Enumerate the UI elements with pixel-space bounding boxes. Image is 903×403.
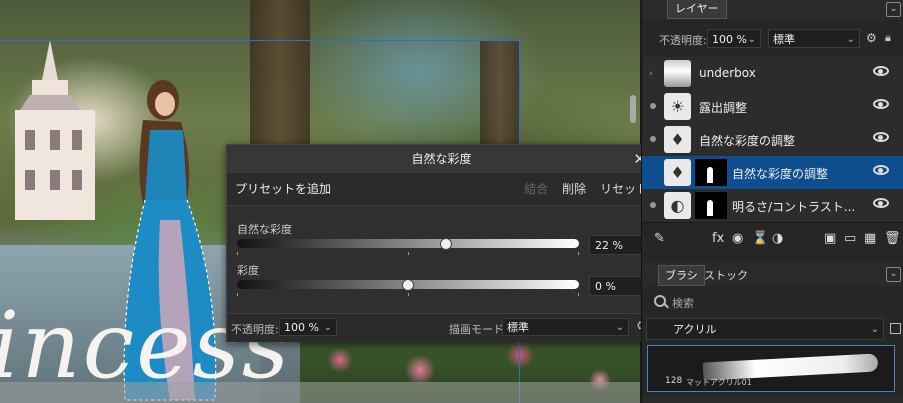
chevron-down-icon: ⌄	[846, 34, 855, 45]
opacity-label: 不透明度:	[231, 323, 279, 336]
chevron-down-icon: ⌄	[870, 324, 879, 335]
visibility-dot-icon	[650, 136, 656, 142]
trash-icon[interactable]: 🗑︎	[884, 231, 901, 246]
add-preset-button[interactable]: プリセットを追加	[235, 173, 331, 205]
eye-icon[interactable]	[873, 99, 889, 109]
vibrance-slider-knob[interactable]	[439, 238, 452, 250]
layer-item-vibrance-selected[interactable]: ♦ 自然な彩度の調整	[642, 156, 903, 190]
eye-icon[interactable]	[873, 66, 889, 76]
lock-icon[interactable]: 🔒︎	[885, 31, 891, 45]
layer-name: underbox	[699, 66, 756, 80]
vibrance-value-field[interactable]: 22 %	[589, 235, 645, 255]
visibility-dot-icon	[650, 202, 656, 208]
mask-icon[interactable]: ◉	[732, 231, 743, 246]
canvas-scrollbar[interactable]	[630, 95, 636, 123]
image-thumb-icon	[664, 60, 691, 87]
delete-button[interactable]: 削除	[562, 182, 586, 196]
vibrance-icon: ♦	[664, 126, 691, 153]
fill-layer-icon[interactable]: ▦	[864, 231, 876, 246]
saturation-slider-knob[interactable]	[402, 279, 414, 291]
dialog-titlebar[interactable]: 自然な彩度 ✕	[227, 145, 656, 173]
canvas-bottom-band	[0, 382, 640, 403]
collapse-icon[interactable]: ⌄	[886, 2, 901, 17]
chevron-down-icon: ⌄	[615, 322, 624, 333]
slider-tick	[408, 252, 409, 255]
dialog-footer: 不透明度: 100 %⌄ 描画モード: 標準⌄ ⚙	[227, 313, 656, 342]
layer-name: 自然な彩度の調整	[699, 134, 796, 148]
castle-image	[15, 40, 95, 220]
fx-icon[interactable]: fx	[712, 231, 724, 246]
chevron-down-icon: ⌄	[323, 322, 332, 333]
layer-name: 自然な彩度の調整	[732, 167, 829, 181]
vibrance-icon: ♦	[664, 159, 691, 186]
dialog-toolbar: プリセットを追加 結合 削除 リセット	[227, 173, 656, 206]
gear-icon[interactable]: ⚙	[866, 31, 877, 45]
group-icon[interactable]: ▭	[844, 231, 856, 246]
blend-mode-select[interactable]: 標準 ⌄	[502, 318, 629, 336]
collapse-icon[interactable]: ⌄	[886, 267, 901, 282]
brush-tabbar: ブラシ ストック ⌄	[642, 262, 903, 286]
brush-name: マットアクリル01	[686, 378, 752, 387]
slider-tick	[237, 293, 238, 296]
layer-mask-thumbnail[interactable]	[695, 159, 727, 186]
search-icon	[654, 295, 666, 307]
slider-tick	[578, 252, 579, 255]
tab-brushes[interactable]: ブラシ	[658, 265, 705, 286]
vibrance-label: 自然な彩度	[237, 223, 292, 236]
dialog-title: 自然な彩度	[411, 152, 472, 166]
studio-panel: レイヤー ⌄ 不透明度: 100 % ⌄ 標準 ⌄ ⚙ 🔒︎ › underbox …	[641, 0, 903, 403]
opacity-label: 不透明度:	[659, 34, 707, 47]
opacity-select[interactable]: 100 % ⌄	[279, 318, 337, 336]
brush-item[interactable]: 128 マットアクリル01	[647, 345, 895, 392]
merge-button[interactable]: 結合	[524, 182, 548, 196]
layer-item-underbox[interactable]: › underbox	[642, 57, 903, 91]
visibility-dot-icon	[650, 103, 656, 109]
expand-icon[interactable]: ›	[649, 69, 653, 79]
live-filter-icon[interactable]: ◑	[772, 231, 783, 246]
layer-toolbar: ✎ fx ◉ ⌛ ◑ ▣ ▭ ▦ 🗑︎	[642, 231, 903, 249]
brush-category-select[interactable]: アクリル ⌄	[646, 318, 884, 340]
slider-tick	[408, 293, 409, 296]
layer-item-brightness-contrast[interactable]: ◐ 明るさ/コントラスト...	[642, 189, 903, 223]
brightness-contrast-icon: ◐	[664, 192, 691, 219]
layers-tabbar: レイヤー ⌄	[642, 0, 903, 20]
slider-tick	[578, 293, 579, 296]
layer-name: 明るさ/コントラスト...	[732, 200, 856, 214]
slider-tick	[237, 252, 238, 255]
layer-list: › underbox ☀ 露出調整 ♦ 自然な彩度の調整 ♦ 自然な彩度の調整 …	[642, 57, 903, 223]
layer-item-exposure[interactable]: ☀ 露出調整	[642, 90, 903, 124]
exposure-icon: ☀	[664, 93, 691, 120]
tab-layers[interactable]: レイヤー	[667, 0, 727, 19]
layer-blend-select[interactable]: 標準 ⌄	[768, 29, 860, 48]
saturation-label: 彩度	[237, 264, 259, 277]
edit-icon[interactable]: ✎	[654, 231, 665, 246]
adjustment-icon[interactable]: ⌛	[752, 231, 768, 246]
canvas-guide-horizontal	[0, 40, 520, 41]
panel-scrollbar[interactable]	[642, 396, 903, 403]
list-view-icon[interactable]	[890, 323, 901, 334]
chevron-down-icon: ⌄	[747, 34, 756, 45]
saturation-value-field[interactable]: 0 %	[589, 276, 645, 296]
layer-mask-thumbnail[interactable]	[695, 192, 727, 219]
vibrance-slider-track[interactable]	[237, 239, 579, 248]
brush-search[interactable]: 検索	[652, 293, 892, 311]
eye-icon[interactable]	[873, 198, 889, 208]
add-pixel-layer-icon[interactable]: ▣	[824, 231, 836, 246]
layer-name: 露出調整	[699, 101, 748, 115]
layer-opacity-select[interactable]: 100 % ⌄	[707, 29, 761, 48]
vibrance-dialog: 自然な彩度 ✕ プリセットを追加 結合 削除 リセット 自然な彩度 22 % 彩…	[226, 144, 657, 342]
eye-icon[interactable]	[873, 132, 889, 142]
search-placeholder: 検索	[672, 297, 694, 310]
layer-opacity-row: 不透明度: 100 % ⌄ 標準 ⌄ ⚙ 🔒︎	[642, 28, 903, 50]
blend-mode-label: 描画モード:	[449, 323, 508, 336]
eye-icon[interactable]	[873, 165, 889, 175]
brush-size: 128	[665, 376, 683, 386]
tab-stock[interactable]: ストック	[704, 267, 748, 283]
layer-item-vibrance[interactable]: ♦ 自然な彩度の調整	[642, 123, 903, 157]
